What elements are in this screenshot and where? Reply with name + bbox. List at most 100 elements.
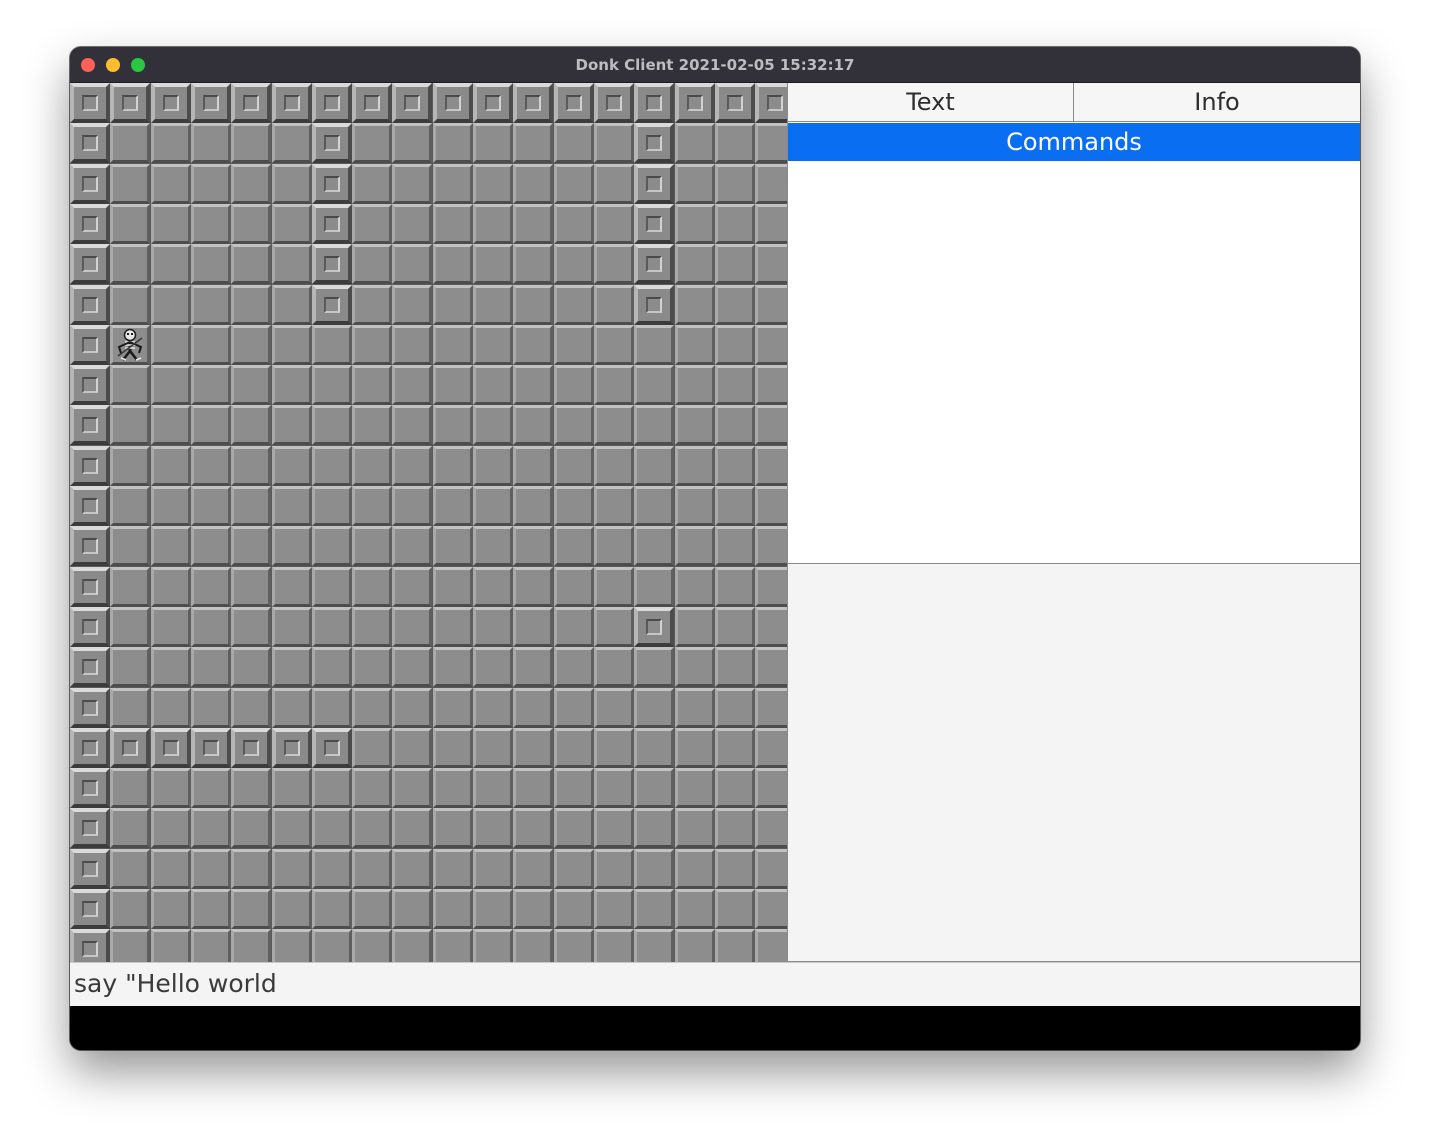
- floor-tile[interactable]: [755, 728, 787, 768]
- wall-tile[interactable]: [231, 728, 271, 768]
- floor-tile[interactable]: [715, 365, 755, 405]
- floor-tile[interactable]: [473, 607, 513, 647]
- floor-tile[interactable]: [151, 526, 191, 566]
- floor-tile[interactable]: [755, 325, 787, 365]
- floor-tile[interactable]: [312, 365, 352, 405]
- floor-tile[interactable]: [272, 607, 312, 647]
- floor-tile[interactable]: [110, 567, 150, 607]
- floor-tile[interactable]: [151, 567, 191, 607]
- floor-tile[interactable]: [755, 849, 787, 889]
- floor-tile[interactable]: [675, 728, 715, 768]
- floor-tile[interactable]: [352, 607, 392, 647]
- floor-tile[interactable]: [231, 607, 271, 647]
- wall-tile[interactable]: [594, 83, 634, 123]
- floor-tile[interactable]: [231, 688, 271, 728]
- wall-tile[interactable]: [70, 244, 110, 284]
- floor-tile[interactable]: [352, 808, 392, 848]
- floor-tile[interactable]: [473, 486, 513, 526]
- wall-tile[interactable]: [151, 83, 191, 123]
- wall-tile[interactable]: [70, 728, 110, 768]
- floor-tile[interactable]: [594, 567, 634, 607]
- floor-tile[interactable]: [392, 446, 432, 486]
- floor-tile[interactable]: [352, 204, 392, 244]
- floor-tile[interactable]: [191, 607, 231, 647]
- floor-tile[interactable]: [715, 808, 755, 848]
- floor-tile[interactable]: [272, 405, 312, 445]
- floor-tile[interactable]: [755, 285, 787, 325]
- floor-tile[interactable]: [634, 849, 674, 889]
- wall-tile[interactable]: [473, 83, 513, 123]
- floor-tile[interactable]: [473, 325, 513, 365]
- floor-tile[interactable]: [554, 849, 594, 889]
- floor-tile[interactable]: [473, 365, 513, 405]
- output-panel[interactable]: [788, 563, 1360, 962]
- floor-tile[interactable]: [513, 688, 553, 728]
- floor-tile[interactable]: [392, 889, 432, 929]
- floor-tile[interactable]: [312, 647, 352, 687]
- floor-tile[interactable]: [715, 567, 755, 607]
- floor-tile[interactable]: [272, 244, 312, 284]
- floor-tile[interactable]: [231, 365, 271, 405]
- floor-tile[interactable]: [634, 688, 674, 728]
- floor-tile[interactable]: [352, 526, 392, 566]
- floor-tile[interactable]: [151, 204, 191, 244]
- floor-tile[interactable]: [554, 285, 594, 325]
- floor-tile[interactable]: [755, 567, 787, 607]
- wall-tile[interactable]: [110, 83, 150, 123]
- floor-tile[interactable]: [634, 768, 674, 808]
- floor-tile[interactable]: [634, 526, 674, 566]
- floor-tile[interactable]: [473, 849, 513, 889]
- floor-tile[interactable]: [554, 325, 594, 365]
- floor-tile[interactable]: [191, 929, 231, 962]
- wall-tile[interactable]: [554, 83, 594, 123]
- floor-tile[interactable]: [272, 285, 312, 325]
- floor-tile[interactable]: [231, 889, 271, 929]
- floor-tile[interactable]: [634, 325, 674, 365]
- wall-tile[interactable]: [70, 808, 110, 848]
- floor-tile[interactable]: [231, 849, 271, 889]
- floor-tile[interactable]: [634, 728, 674, 768]
- floor-tile[interactable]: [191, 768, 231, 808]
- wall-tile[interactable]: [312, 728, 352, 768]
- floor-tile[interactable]: [231, 405, 271, 445]
- floor-tile[interactable]: [513, 526, 553, 566]
- floor-tile[interactable]: [392, 204, 432, 244]
- wall-tile[interactable]: [312, 123, 352, 163]
- floor-tile[interactable]: [594, 889, 634, 929]
- floor-tile[interactable]: [312, 688, 352, 728]
- floor-tile[interactable]: [513, 849, 553, 889]
- floor-tile[interactable]: [151, 889, 191, 929]
- floor-tile[interactable]: [755, 929, 787, 962]
- floor-tile[interactable]: [392, 688, 432, 728]
- floor-tile[interactable]: [755, 446, 787, 486]
- wall-tile[interactable]: [312, 204, 352, 244]
- floor-tile[interactable]: [392, 647, 432, 687]
- floor-tile[interactable]: [594, 204, 634, 244]
- floor-tile[interactable]: [513, 123, 553, 163]
- floor-tile[interactable]: [675, 285, 715, 325]
- floor-tile[interactable]: [715, 688, 755, 728]
- floor-tile[interactable]: [675, 204, 715, 244]
- wall-tile[interactable]: [70, 526, 110, 566]
- floor-tile[interactable]: [151, 123, 191, 163]
- floor-tile[interactable]: [554, 123, 594, 163]
- floor-tile[interactable]: [473, 688, 513, 728]
- floor-tile[interactable]: [392, 244, 432, 284]
- floor-tile[interactable]: [715, 204, 755, 244]
- floor-tile[interactable]: [675, 849, 715, 889]
- floor-tile[interactable]: [433, 204, 473, 244]
- wall-tile[interactable]: [191, 728, 231, 768]
- floor-tile[interactable]: [554, 244, 594, 284]
- floor-tile[interactable]: [675, 486, 715, 526]
- wall-tile[interactable]: [70, 83, 110, 123]
- floor-tile[interactable]: [554, 567, 594, 607]
- floor-tile[interactable]: [392, 607, 432, 647]
- floor-tile[interactable]: [110, 244, 150, 284]
- floor-tile[interactable]: [110, 768, 150, 808]
- floor-tile[interactable]: [151, 647, 191, 687]
- floor-tile[interactable]: [191, 325, 231, 365]
- wall-tile[interactable]: [70, 204, 110, 244]
- floor-tile[interactable]: [715, 446, 755, 486]
- floor-tile[interactable]: [513, 728, 553, 768]
- wall-tile[interactable]: [70, 688, 110, 728]
